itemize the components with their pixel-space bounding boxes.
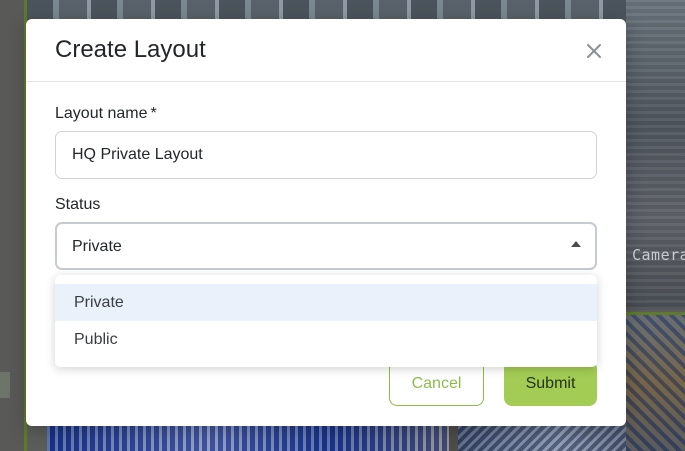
camera-feed-bottom-right <box>458 426 626 451</box>
status-dropdown-menu: Private Public <box>55 275 597 367</box>
caret-up-icon <box>571 241 581 247</box>
status-option-public[interactable]: Public <box>55 321 597 358</box>
layout-name-label-text: Layout name <box>55 105 148 122</box>
required-mark: * <box>150 105 157 122</box>
camera-feed-bottom-left <box>47 426 449 451</box>
create-layout-dialog: Create Layout Layout name* Status Privat… <box>26 19 626 426</box>
dialog-header: Create Layout <box>26 19 626 82</box>
close-icon <box>587 44 601 58</box>
submit-button[interactable]: Submit <box>504 361 597 406</box>
status-select-value: Private <box>72 238 122 255</box>
cancel-button[interactable]: Cancel <box>389 361 484 406</box>
background-left-notch <box>0 372 10 398</box>
dialog-title: Create Layout <box>55 36 206 63</box>
close-button[interactable] <box>582 39 606 63</box>
camera-overlay-label: Camera <box>632 246 685 264</box>
camera-feed-right-bottom <box>626 312 685 451</box>
status-option-private[interactable]: Private <box>55 284 597 321</box>
status-select[interactable]: Private <box>55 222 597 270</box>
layout-name-label: Layout name * <box>55 105 157 123</box>
camera-feed-divider <box>449 426 458 451</box>
background-left-panel <box>0 0 26 451</box>
status-label: Status <box>55 196 101 213</box>
layout-name-input[interactable] <box>55 131 597 179</box>
